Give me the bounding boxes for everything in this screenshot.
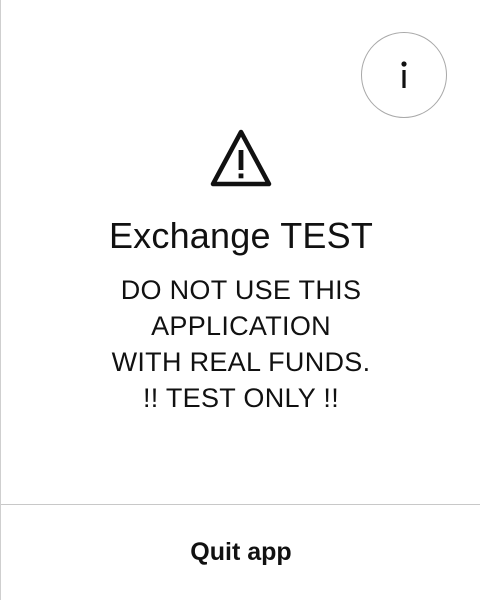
page-title: Exchange TEST [108, 215, 374, 256]
warning-message: DO NOT USE THIS APPLICATION WITH REAL FU… [1, 272, 480, 416]
warning-message-line: DO NOT USE THIS [120, 275, 362, 305]
info-icon [401, 61, 407, 88]
warning-message-line: WITH REAL FUNDS. [111, 347, 371, 377]
info-button[interactable] [361, 32, 447, 118]
warning-screen: Exchange TEST DO NOT USE THIS APPLICATIO… [0, 0, 480, 600]
warning-triangle-icon [210, 129, 272, 187]
quit-app-button[interactable]: Quit app [1, 505, 480, 600]
warning-message-line: !! TEST ONLY !! [142, 383, 340, 413]
warning-message-line: APPLICATION [151, 311, 331, 341]
